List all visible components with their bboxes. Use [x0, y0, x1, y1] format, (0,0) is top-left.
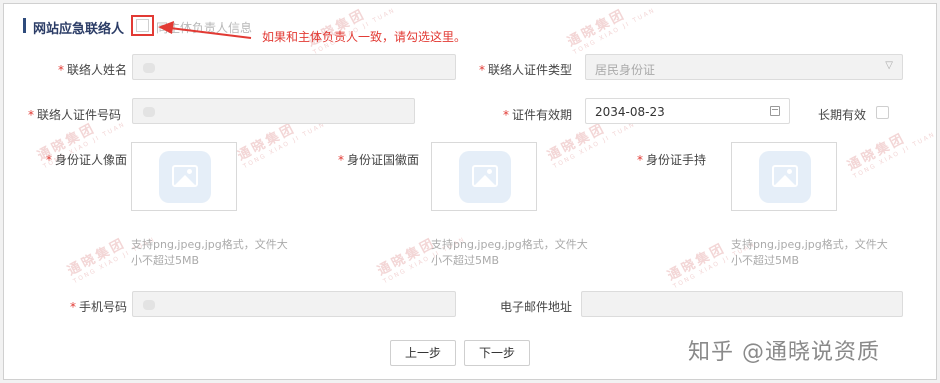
- name-label: * 联络人姓名: [57, 63, 127, 77]
- same-as-principal-highlight: [131, 15, 154, 36]
- name-input[interactable]: [132, 54, 456, 80]
- upload-tip: 支持png,jpeg,jpg格式，文件大 小不超过5MB: [131, 238, 288, 267]
- redacted-value: [143, 300, 155, 310]
- section-accent-bar: [23, 18, 26, 33]
- id-front-label: * 身份证人像面: [45, 153, 127, 167]
- upload-tip: 支持png,jpeg,jpg格式，文件大 小不超过5MB: [431, 238, 588, 267]
- id-front-upload[interactable]: [131, 142, 237, 211]
- redacted-value: [143, 107, 155, 117]
- next-step-button[interactable]: 下一步: [464, 340, 530, 366]
- email-label: 电子邮件地址: [499, 300, 572, 314]
- id-back-upload[interactable]: [431, 142, 537, 211]
- image-placeholder-icon: [159, 151, 211, 203]
- validity-value: 2034-08-23: [595, 105, 665, 119]
- id-back-label: * 身份证国徽面: [337, 153, 419, 167]
- id-hand-upload[interactable]: [731, 142, 837, 211]
- prev-step-button[interactable]: 上一步: [390, 340, 456, 366]
- phone-label: * 手机号码: [69, 300, 127, 314]
- id-type-value: 居民身份证: [595, 63, 656, 77]
- id-hand-label: * 身份证手持: [636, 153, 706, 167]
- redacted-value: [143, 63, 155, 73]
- watermark: 通晓集团 TONG XIAO JI TUAN: [845, 130, 937, 181]
- phone-input[interactable]: [132, 291, 456, 317]
- watermark: 通晓集团 TONG XIAO JI TUAN: [565, 6, 657, 57]
- upload-tip: 支持png,jpeg,jpg格式，文件大 小不超过5MB: [731, 238, 888, 267]
- validity-label: * 证件有效期: [502, 108, 572, 122]
- id-type-select[interactable]: 居民身份证 ▽: [585, 54, 903, 80]
- validity-date-input[interactable]: 2034-08-23: [585, 98, 790, 124]
- calendar-icon[interactable]: [770, 106, 780, 116]
- id-type-label: * 联络人证件类型: [478, 63, 572, 77]
- same-as-principal-checkbox[interactable]: [136, 19, 149, 32]
- arrow-left-icon: [158, 21, 252, 39]
- brand-watermark: 知乎 @通晓说资质: [688, 340, 880, 365]
- instruction-hint: 如果和主体负责人一致，请勾选这里。: [262, 30, 467, 44]
- long-term-label: 长期有效: [817, 108, 866, 122]
- id-number-label: * 联络人证件号码: [27, 108, 121, 122]
- chevron-down-icon: ▽: [885, 60, 893, 71]
- image-placeholder-icon: [459, 151, 511, 203]
- long-term-checkbox[interactable]: [876, 106, 889, 119]
- id-number-input[interactable]: [132, 98, 415, 124]
- email-input[interactable]: [581, 291, 903, 317]
- section-title: 网站应急联络人: [33, 22, 125, 37]
- form-panel: 通晓集团 TONG XIAO JI TUAN 通晓集团 TONG XIAO JI T…: [3, 3, 937, 380]
- image-placeholder-icon: [759, 151, 811, 203]
